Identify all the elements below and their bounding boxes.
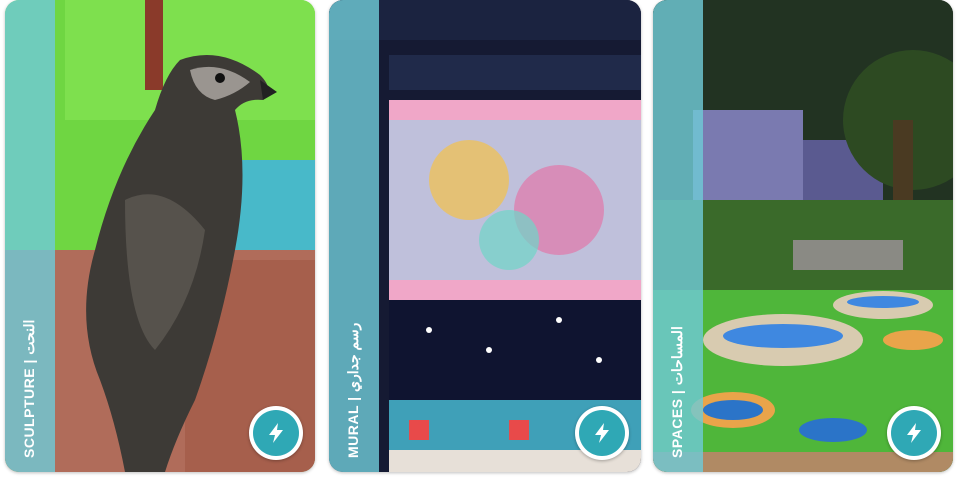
mural-card[interactable]: MURAL | رسم جداري [329,0,641,472]
category-label: MURAL | رسم جداري [345,322,361,458]
category-band: SCULPTURE | النحت [5,0,55,472]
category-card-row: SCULPTURE | النحت MURAL | رسم جداري SPAC… [0,0,957,477]
quick-action-button[interactable] [887,406,941,460]
quick-action-button[interactable] [249,406,303,460]
lightning-bolt-icon [269,423,283,443]
category-label: SCULPTURE | النحت [21,319,37,458]
lightning-bolt-icon [595,423,609,443]
quick-action-button[interactable] [575,406,629,460]
category-band: SPACES | المساحات [653,0,703,472]
lightning-bolt-icon [907,423,921,443]
spaces-card[interactable]: SPACES | المساحات [653,0,953,472]
category-label: SPACES | المساحات [669,326,685,458]
category-band: MURAL | رسم جداري [329,0,379,472]
sculpture-card[interactable]: SCULPTURE | النحت [5,0,315,472]
